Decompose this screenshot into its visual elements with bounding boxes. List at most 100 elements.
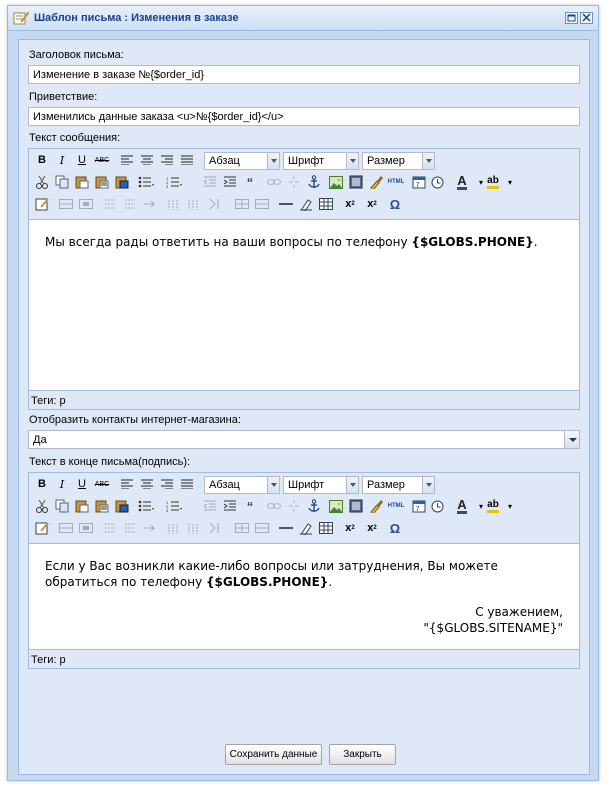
cleanup-icon[interactable] <box>367 497 385 515</box>
cleanup-icon[interactable] <box>367 173 385 191</box>
align-right-icon[interactable] <box>158 475 176 493</box>
anchor-icon[interactable] <box>305 173 323 191</box>
merge-cells-icon[interactable] <box>253 519 271 537</box>
bold-icon[interactable]: B <box>33 475 51 493</box>
bullet-list-icon[interactable] <box>137 497 155 515</box>
chevron-down-icon[interactable]: ▾ <box>501 173 519 191</box>
underline-icon[interactable]: U <box>73 151 91 169</box>
remove-format-icon[interactable] <box>297 195 315 213</box>
indent-icon[interactable] <box>221 173 239 191</box>
restore-button[interactable] <box>565 12 578 24</box>
insert-row-after-icon[interactable] <box>121 195 139 213</box>
paste-word-icon[interactable] <box>113 173 131 191</box>
outdent-icon[interactable] <box>201 173 219 191</box>
align-justify-icon[interactable] <box>178 151 196 169</box>
strikethrough-icon[interactable]: ABC <box>93 151 111 169</box>
html-source-icon[interactable]: HTML <box>387 173 405 191</box>
table-row-props-icon[interactable] <box>57 195 75 213</box>
strikethrough-icon[interactable]: ABC <box>93 475 111 493</box>
chevron-down-icon[interactable] <box>564 431 579 448</box>
insert-col-before-icon[interactable] <box>165 195 183 213</box>
paste-word-icon[interactable] <box>113 497 131 515</box>
format-select[interactable]: Абзац <box>204 152 280 170</box>
html-source-icon[interactable]: HTML <box>387 497 405 515</box>
size-select[interactable]: Размер <box>362 476 435 494</box>
superscript-icon[interactable]: x2 <box>363 195 381 213</box>
insert-col-after-icon[interactable] <box>185 195 203 213</box>
insert-table-icon[interactable] <box>317 519 335 537</box>
underline-icon[interactable]: U <box>73 475 91 493</box>
titlebar[interactable]: Шаблон письма : Изменения в заказе <box>8 6 598 31</box>
unlink-icon[interactable] <box>285 173 303 191</box>
superscript-icon[interactable]: x2 <box>363 519 381 537</box>
align-center-icon[interactable] <box>138 475 156 493</box>
cut-icon[interactable] <box>33 173 51 191</box>
delete-row-icon[interactable] <box>141 519 159 537</box>
delete-col-icon[interactable] <box>205 519 223 537</box>
copy-icon[interactable] <box>53 173 71 191</box>
copy-icon[interactable] <box>53 497 71 515</box>
horizontal-rule-icon[interactable] <box>277 519 295 537</box>
subscript-icon[interactable]: x2 <box>341 195 359 213</box>
paste-text-icon[interactable] <box>93 173 111 191</box>
table-edit-icon[interactable] <box>33 519 51 537</box>
media-icon[interactable] <box>347 173 365 191</box>
greeting-input[interactable]: Изменились данные заказа <u>№{$order_id}… <box>28 107 580 126</box>
image-icon[interactable] <box>327 173 345 191</box>
text-color-icon[interactable]: A <box>453 497 471 515</box>
align-right-icon[interactable] <box>158 151 176 169</box>
paste-text-icon[interactable] <box>93 497 111 515</box>
anchor-icon[interactable] <box>305 497 323 515</box>
table-cell-props-icon[interactable] <box>77 195 95 213</box>
align-left-icon[interactable] <box>118 475 136 493</box>
insert-date-icon[interactable]: 7 <box>410 173 428 191</box>
table-edit-icon[interactable] <box>33 195 51 213</box>
close-icon[interactable] <box>580 12 593 24</box>
insert-time-icon[interactable] <box>428 497 446 515</box>
numbered-list-icon[interactable]: 123 <box>165 173 183 191</box>
special-char-icon[interactable]: Ω <box>386 195 404 213</box>
subscript-icon[interactable]: x2 <box>341 519 359 537</box>
insert-time-icon[interactable] <box>428 173 446 191</box>
table-row-props-icon[interactable] <box>57 519 75 537</box>
text-color-icon[interactable]: A <box>453 173 471 191</box>
merge-cells-icon[interactable] <box>253 195 271 213</box>
contacts-select[interactable]: Да <box>28 430 580 449</box>
cut-icon[interactable] <box>33 497 51 515</box>
insert-row-before-icon[interactable] <box>101 195 119 213</box>
delete-row-icon[interactable] <box>141 195 159 213</box>
table-cell-props-icon[interactable] <box>77 519 95 537</box>
align-center-icon[interactable] <box>138 151 156 169</box>
background-color-icon[interactable]: ab <box>484 173 502 191</box>
paste-icon[interactable] <box>73 497 91 515</box>
format-select[interactable]: Абзац <box>204 476 280 494</box>
split-cells-icon[interactable] <box>233 195 251 213</box>
outdent-icon[interactable] <box>201 497 219 515</box>
insert-col-before-icon[interactable] <box>165 519 183 537</box>
image-icon[interactable] <box>327 497 345 515</box>
media-icon[interactable] <box>347 497 365 515</box>
italic-icon[interactable]: I <box>53 475 71 493</box>
font-select[interactable]: Шрифт <box>283 152 359 170</box>
align-left-icon[interactable] <box>118 151 136 169</box>
indent-icon[interactable] <box>221 497 239 515</box>
size-select[interactable]: Размер <box>362 152 435 170</box>
align-justify-icon[interactable] <box>178 475 196 493</box>
background-color-icon[interactable]: ab <box>484 497 502 515</box>
italic-icon[interactable]: I <box>53 151 71 169</box>
insert-date-icon[interactable]: 7 <box>410 497 428 515</box>
close-button[interactable]: Закрыть <box>329 744 396 765</box>
bold-icon[interactable]: B <box>33 151 51 169</box>
special-char-icon[interactable]: Ω <box>386 519 404 537</box>
signature-content[interactable]: Если у Вас возникли какие-либо вопросы и… <box>29 543 579 650</box>
chevron-down-icon[interactable]: ▾ <box>501 497 519 515</box>
font-select[interactable]: Шрифт <box>283 476 359 494</box>
blockquote-icon[interactable]: “ <box>241 173 259 191</box>
message-content[interactable]: Мы всегда рады ответить на ваши вопросы … <box>29 219 579 391</box>
blockquote-icon[interactable]: “ <box>241 497 259 515</box>
delete-col-icon[interactable] <box>205 195 223 213</box>
remove-format-icon[interactable] <box>297 519 315 537</box>
subject-input[interactable]: Изменение в заказе №{$order_id} <box>28 65 580 84</box>
link-icon[interactable] <box>265 497 283 515</box>
insert-row-after-icon[interactable] <box>121 519 139 537</box>
